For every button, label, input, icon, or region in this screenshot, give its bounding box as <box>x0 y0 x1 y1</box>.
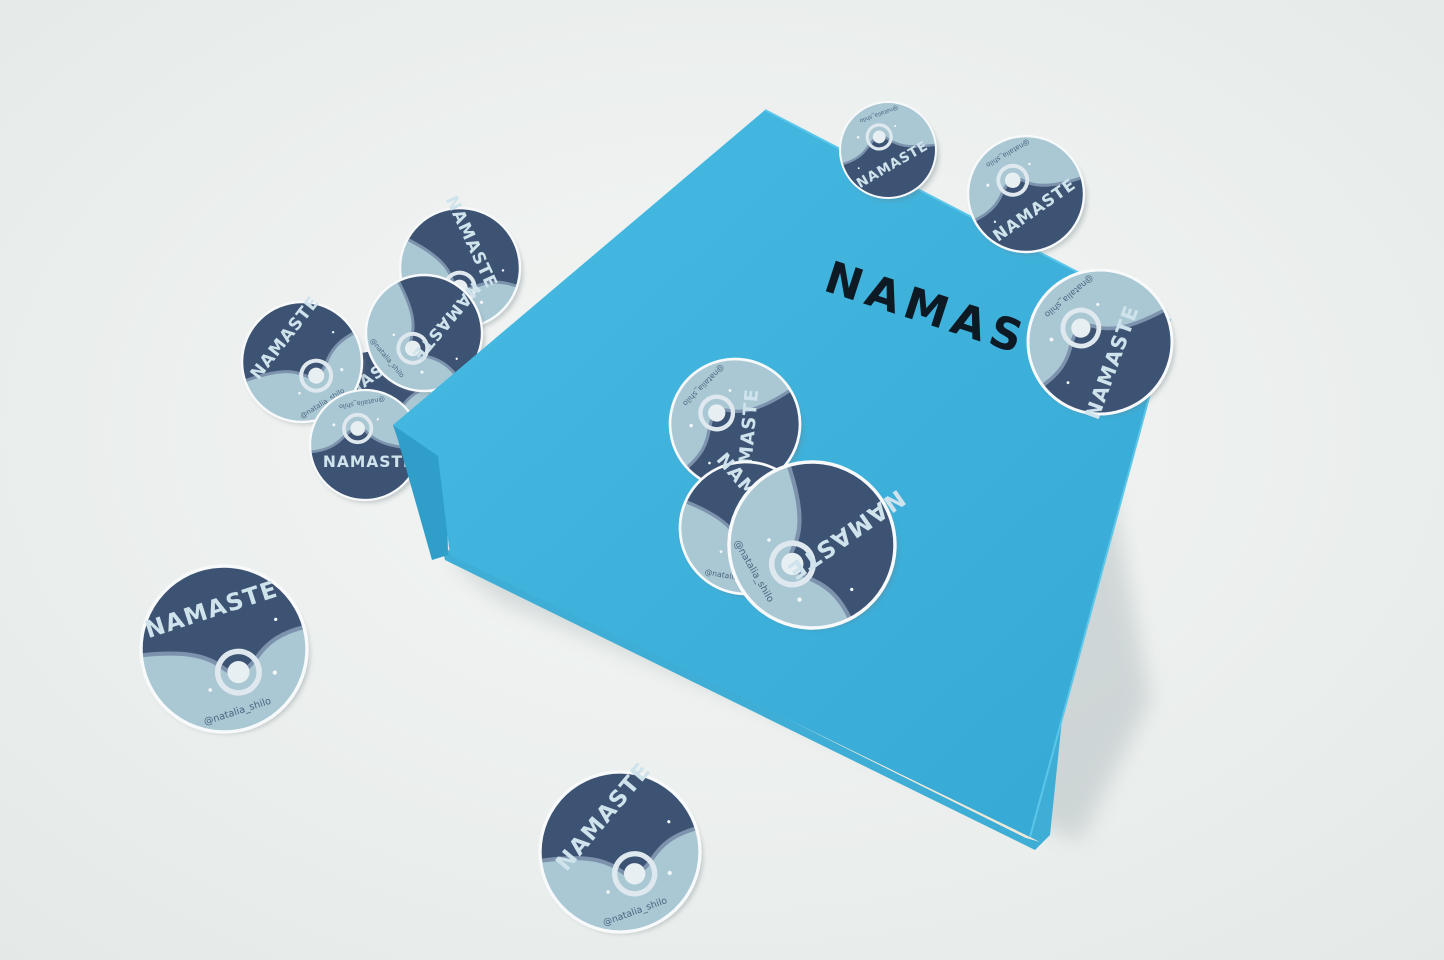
scene-canvas: .st-light{fill:#a9c8d4} .st-dark{fill:#3… <box>0 0 1444 960</box>
sticker-word: NAMASTE <box>323 453 415 471</box>
photo-scene: .st-light{fill:#a9c8d4} .st-dark{fill:#3… <box>0 0 1444 960</box>
